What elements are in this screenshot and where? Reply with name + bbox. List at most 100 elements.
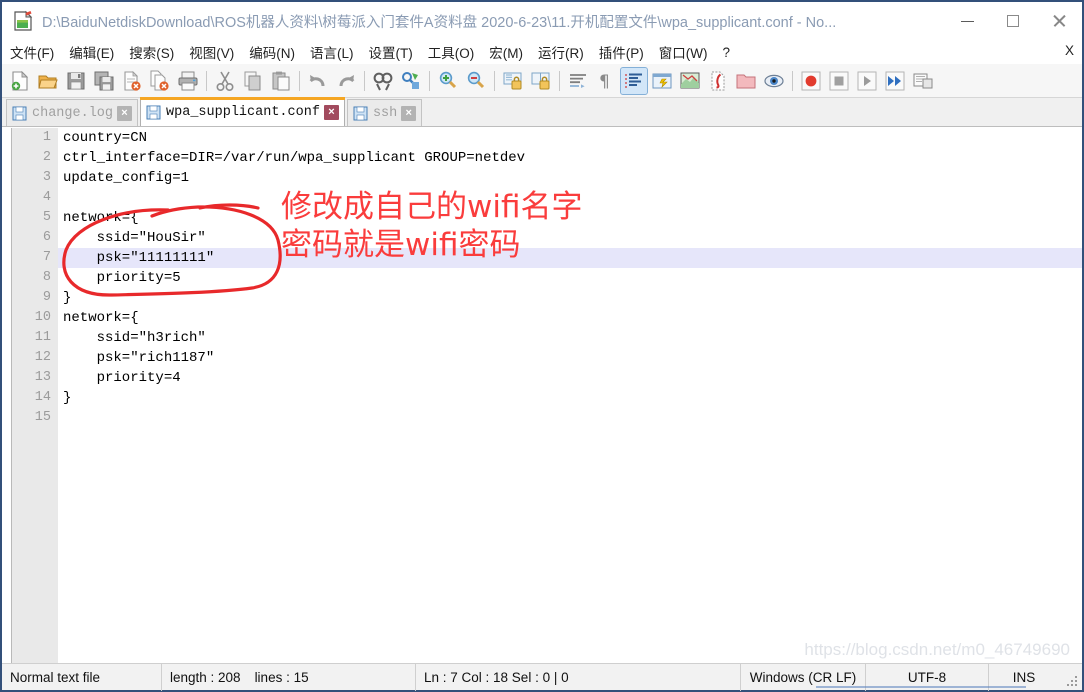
- function-list-icon[interactable]: [705, 68, 731, 94]
- document-map-icon[interactable]: [677, 68, 703, 94]
- line-number: 14: [34, 390, 51, 405]
- code-line[interactable]: country=CN: [58, 128, 1082, 148]
- window-controls: [944, 2, 1082, 40]
- cut-icon[interactable]: [212, 68, 238, 94]
- line-number: 15: [34, 410, 51, 425]
- stop-macro-icon[interactable]: [826, 68, 852, 94]
- line-number: 4: [42, 190, 51, 205]
- status-file-type: Normal text file: [2, 663, 162, 691]
- print-icon[interactable]: [175, 68, 201, 94]
- tab-close-icon[interactable]: ×: [401, 105, 417, 121]
- toolbar-separator: [364, 70, 365, 91]
- code-line[interactable]: network={: [58, 308, 1082, 328]
- save-macro-icon[interactable]: [910, 68, 936, 94]
- fast-playback-icon[interactable]: [882, 68, 908, 94]
- user-language-icon[interactable]: [649, 68, 675, 94]
- maximize-button[interactable]: [990, 2, 1036, 40]
- code-line[interactable]: update_config=1: [58, 168, 1082, 188]
- maximize-icon: [1007, 15, 1019, 27]
- minimize-icon: [960, 20, 974, 22]
- folder-workspace-icon[interactable]: [733, 68, 759, 94]
- paste-icon[interactable]: [268, 68, 294, 94]
- line-number: 7: [42, 250, 51, 265]
- word-wrap-icon[interactable]: [565, 68, 591, 94]
- toolbar-separator: [206, 70, 207, 91]
- line-number: 6: [42, 230, 51, 245]
- open-file-icon[interactable]: [35, 68, 61, 94]
- menu-item-edit[interactable]: 编辑(E): [62, 40, 121, 64]
- undo-icon[interactable]: [305, 68, 331, 94]
- code-line[interactable]: priority=5: [58, 268, 1082, 288]
- code-line[interactable]: ctrl_interface=DIR=/var/run/wpa_supplica…: [58, 148, 1082, 168]
- menu-item-encoding[interactable]: 编码(N): [242, 40, 302, 64]
- code-line[interactable]: psk="rich1187": [58, 348, 1082, 368]
- redo-icon[interactable]: [333, 68, 359, 94]
- menu-item-language[interactable]: 语言(L): [303, 40, 361, 64]
- tab-ssh[interactable]: ssh ×: [346, 99, 423, 126]
- minimize-button[interactable]: [944, 2, 990, 40]
- code-line[interactable]: ssid="HouSir": [58, 228, 1082, 248]
- close-file-icon[interactable]: [119, 68, 145, 94]
- code-line[interactable]: ssid="h3rich": [58, 328, 1082, 348]
- tab-wpa-supplicant-conf[interactable]: wpa_supplicant.conf ×: [140, 97, 345, 126]
- tab-close-icon[interactable]: ×: [323, 104, 339, 120]
- line-number: 2: [42, 150, 51, 165]
- zoom-out-icon[interactable]: [463, 68, 489, 94]
- copy-icon[interactable]: [240, 68, 266, 94]
- menu-bar: 文件(F) 编辑(E) 搜索(S) 视图(V) 编码(N) 语言(L) 设置(T…: [2, 40, 1082, 64]
- line-number: 12: [34, 350, 51, 365]
- tab-close-icon[interactable]: ×: [117, 105, 133, 121]
- watermark-underline: [816, 686, 1026, 688]
- menu-item-search[interactable]: 搜索(S): [122, 40, 181, 64]
- menu-item-window[interactable]: 窗口(W): [652, 40, 715, 64]
- line-number: 1: [42, 130, 51, 145]
- save-all-icon[interactable]: [91, 68, 117, 94]
- code-line[interactable]: }: [58, 388, 1082, 408]
- menu-item-run[interactable]: 运行(R): [531, 40, 591, 64]
- code-line[interactable]: psk="11111111": [58, 248, 1082, 268]
- close-all-icon[interactable]: [147, 68, 173, 94]
- toolbar-separator: [299, 70, 300, 91]
- menu-item-settings[interactable]: 设置(T): [362, 40, 420, 64]
- title-bar: D:\BaiduNetdiskDownload\ROS机器人资料\树莓派入门套件…: [2, 2, 1082, 40]
- status-length: length : 208: [170, 669, 241, 685]
- replace-icon[interactable]: [398, 68, 424, 94]
- close-document-button[interactable]: X: [1065, 43, 1074, 58]
- play-macro-icon[interactable]: [854, 68, 880, 94]
- line-number: 10: [34, 310, 51, 325]
- menu-item-file[interactable]: 文件(F): [3, 40, 61, 64]
- show-all-chars-icon[interactable]: ¶: [593, 68, 619, 94]
- find-icon[interactable]: [370, 68, 396, 94]
- code-line[interactable]: }: [58, 288, 1082, 308]
- menu-item-help[interactable]: ?: [715, 43, 737, 62]
- new-file-icon[interactable]: [7, 68, 33, 94]
- tab-label: wpa_supplicant.conf: [166, 104, 320, 120]
- indent-guide-icon[interactable]: [620, 66, 648, 95]
- record-macro-icon[interactable]: [798, 68, 824, 94]
- save-icon[interactable]: [63, 68, 89, 94]
- menu-item-tools[interactable]: 工具(O): [421, 40, 482, 64]
- monitoring-icon[interactable]: [761, 68, 787, 94]
- code-line[interactable]: priority=4: [58, 368, 1082, 388]
- line-number: 8: [42, 270, 51, 285]
- editor-area[interactable]: 1 2 3 4 5 6 7 8 9 10 11 12 13 14 15 country=CN ctrl_int…: [2, 127, 1082, 663]
- menu-item-view[interactable]: 视图(V): [182, 40, 241, 64]
- save-blue-icon: [353, 106, 368, 121]
- annotation-text-line-2: 密码就是wifi密码: [281, 227, 521, 263]
- code-line[interactable]: [58, 408, 1082, 428]
- line-number: 11: [34, 330, 51, 345]
- save-blue-icon: [12, 106, 27, 121]
- line-number: 5: [42, 210, 51, 225]
- zoom-in-icon[interactable]: [435, 68, 461, 94]
- menu-item-plugins[interactable]: 插件(P): [592, 40, 651, 64]
- tab-change-log[interactable]: change.log ×: [6, 99, 139, 126]
- menu-item-macro[interactable]: 宏(M): [482, 40, 530, 64]
- status-length-lines: length : 208 lines : 15: [162, 663, 416, 691]
- sync-vertical-icon[interactable]: [500, 68, 526, 94]
- annotation-text-line-1: 修改成自己的wifi名字: [281, 189, 583, 225]
- sync-horizontal-icon[interactable]: [528, 68, 554, 94]
- close-button[interactable]: [1036, 2, 1082, 40]
- resize-grip[interactable]: [1066, 675, 1079, 688]
- line-number: 3: [42, 170, 51, 185]
- toolbar: ¶: [2, 64, 1082, 98]
